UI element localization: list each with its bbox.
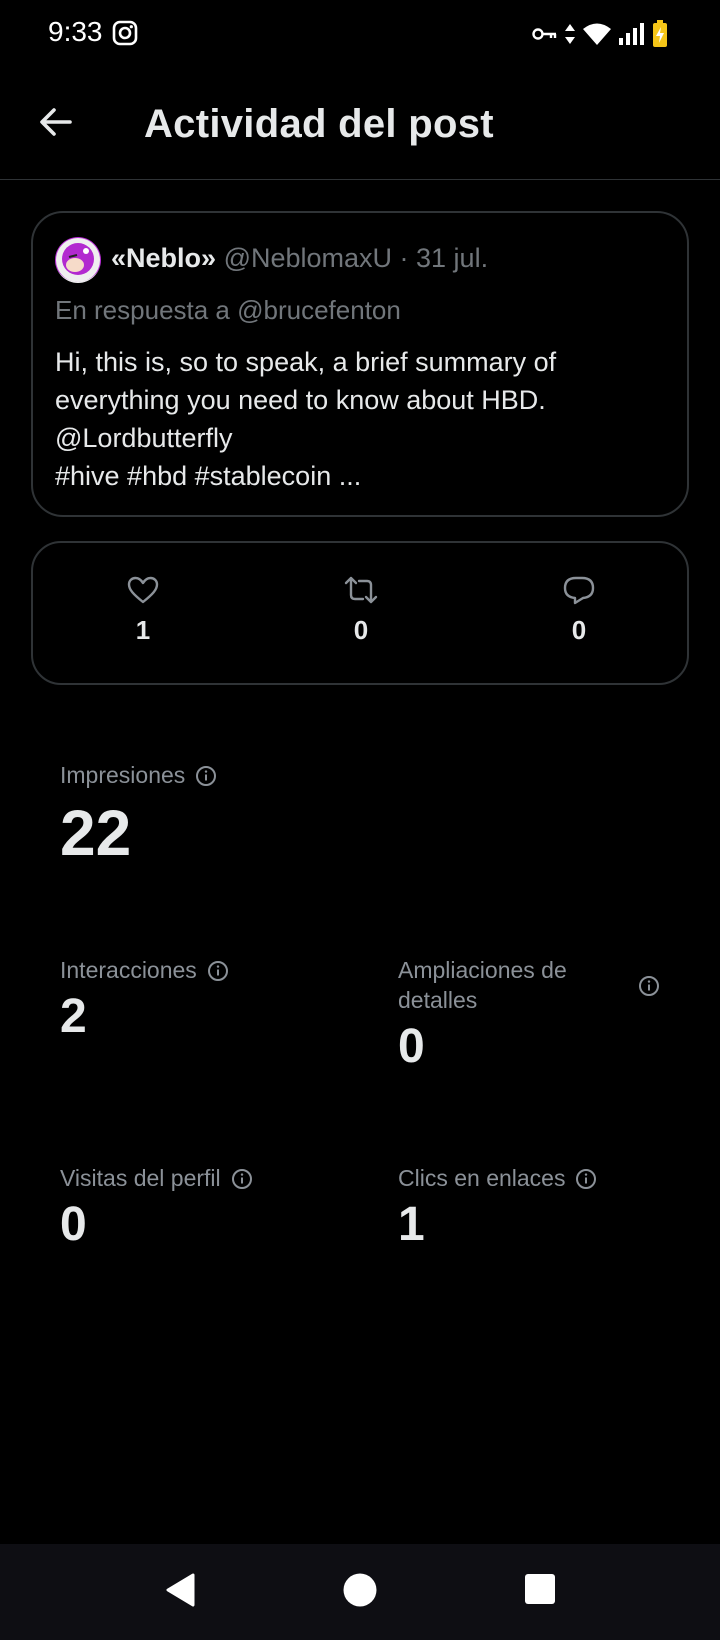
metric-label: detalles [398,987,478,1013]
metric-value: 22 [60,797,132,869]
metric-impressions: Impresiones 22 [60,760,217,870]
post-text-line: everything you need to know about HBD. [55,385,546,415]
home-circle-icon [343,1573,377,1607]
info-icon[interactable] [207,959,229,981]
page-title: Actividad del post [144,102,494,146]
metric-value: 0 [60,1198,87,1251]
reply-icon [563,576,595,605]
metric-label: Visitas del perfil [60,1165,221,1191]
reposts-count: 0 [353,615,369,645]
back-button[interactable] [36,102,76,142]
reposts-stat[interactable]: 0 [321,575,401,646]
post-text: Hi, this is, so to speak, a brief summar… [55,343,665,495]
data-arrows-icon [564,22,576,51]
metric-profile-visits: Visitas del perfil 0 [60,1163,253,1252]
metric-label: Interacciones [60,957,197,983]
metric-label: Clics en enlaces [398,1165,566,1191]
post-header: «Neblo» @NeblomaxU · 31 jul. [111,243,488,274]
info-icon[interactable] [195,764,217,786]
post-text-line: @Lordbutterfly [55,423,233,453]
info-icon[interactable] [231,1167,253,1189]
back-triangle-icon [166,1573,195,1607]
navigation-bar [0,1544,720,1640]
replies-count: 0 [571,615,587,645]
repost-icon [344,576,378,604]
reply-to-label[interactable]: En respuesta a @brucefenton [55,295,401,326]
info-icon[interactable] [575,1167,597,1189]
instagram-icon [112,20,138,51]
likes-count: 1 [135,615,151,645]
header: Actividad del post [0,66,720,180]
recents-square-icon [525,1574,555,1604]
status-icons [532,20,668,53]
metric-value: 1 [398,1198,425,1251]
status-bar: 9:33 [0,0,720,66]
wifi-icon [582,22,612,51]
author-name[interactable]: «Neblo» [111,243,216,273]
post-card[interactable]: «Neblo» @NeblomaxU · 31 jul. En respuest… [31,211,689,517]
nav-back-button[interactable] [164,1572,196,1613]
metric-link-clicks: Clics en enlaces 1 [398,1163,597,1252]
signal-icon [618,22,646,51]
heart-icon [127,576,159,604]
vpn-key-icon [532,26,558,47]
post-text-line: #hive #hbd #stablecoin ... [55,461,362,491]
info-icon[interactable] [638,974,660,996]
metric-interactions: Interacciones 2 [60,955,229,1044]
nav-home-button[interactable] [342,1572,378,1613]
replies-stat[interactable]: 0 [539,575,619,646]
metric-label: Ampliaciones de [398,957,567,983]
engagement-card: 1 0 0 [31,541,689,685]
arrow-left-icon [40,108,72,136]
likes-stat[interactable]: 1 [103,575,183,646]
battery-charging-icon [652,20,668,53]
post-text-line: Hi, this is, so to speak, a brief summar… [55,347,557,377]
author-handle-date: @NeblomaxU · 31 jul. [223,243,489,273]
metric-label: Impresiones [60,762,186,788]
metric-value: 2 [60,990,87,1043]
metric-value: 0 [398,1020,425,1073]
nav-recents-button[interactable] [524,1572,556,1611]
avatar[interactable] [55,237,101,283]
metric-detail-expands: Ampliaciones de detalles 0 [398,955,660,1074]
status-time: 9:33 [48,16,103,47]
